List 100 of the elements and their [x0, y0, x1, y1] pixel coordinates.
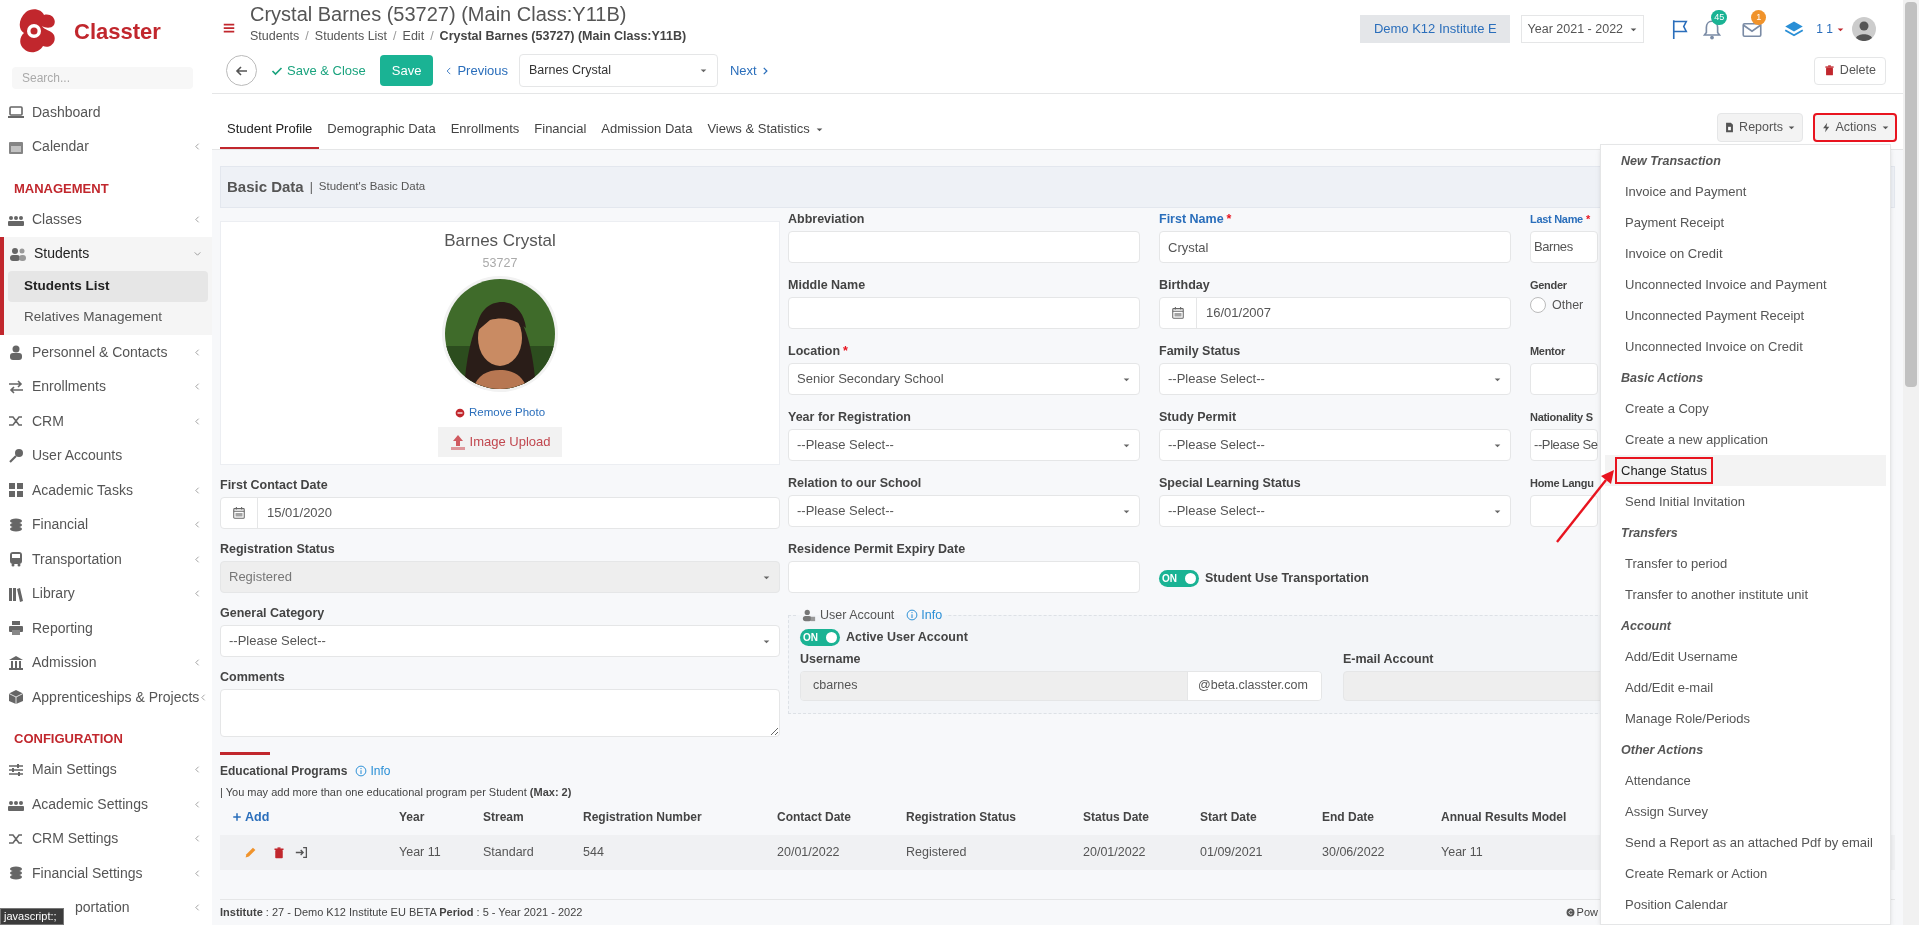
sidebar-item[interactable]: Admission	[0, 645, 212, 680]
select-field[interactable]: --Please Select--	[788, 495, 1140, 527]
count-badge: 45	[1711, 10, 1728, 25]
sidebar-item[interactable]: Financial Settings	[0, 856, 212, 891]
menu-item[interactable]: Attendance	[1621, 768, 1695, 793]
sidebar-item[interactable]: Dashboard	[0, 95, 212, 130]
menu-item[interactable]: Create Remark or Action	[1621, 861, 1772, 886]
student-select[interactable]: Barnes Crystal	[519, 54, 718, 87]
section-title: Educational Programs	[220, 763, 348, 780]
powered-by-text: Pow	[1565, 904, 1598, 921]
comments-field[interactable]	[220, 688, 780, 737]
user-menu[interactable]: 1 1	[1816, 17, 1876, 41]
tab[interactable]: Financial	[527, 111, 594, 149]
menu-item[interactable]: Send a Report as an attached Pdf by email	[1621, 830, 1877, 855]
menu-item[interactable]: Unconnected Payment Receipt	[1621, 303, 1809, 328]
select-field[interactable]: --Please Select--	[1159, 429, 1511, 461]
date-field[interactable]: 16/01/2007	[1159, 297, 1511, 329]
breadcrumb-link[interactable]: Students	[250, 27, 300, 45]
sidebar-item[interactable]: Calendar	[0, 129, 212, 164]
field-label: Location *	[788, 343, 849, 361]
tab[interactable]: Demographic Data	[320, 111, 443, 149]
tab[interactable]: Admission Data	[594, 111, 700, 149]
menu-item[interactable]: Transfer to period	[1621, 551, 1732, 576]
sidebar-item[interactable]: Academic Settings	[0, 787, 212, 822]
actions-button[interactable]: Actions	[1813, 113, 1897, 142]
sidebar-item[interactable]: Apprenticeships & Projects	[0, 680, 212, 715]
breadcrumb-link[interactable]: Edit	[402, 27, 425, 45]
delete-button[interactable]: Delete	[1813, 56, 1886, 85]
menu-item[interactable]: Transfer to another institute unit	[1621, 582, 1813, 607]
text-field[interactable]	[788, 231, 1140, 263]
menu-item[interactable]: Manage Role/Periods	[1621, 706, 1755, 731]
sidebar-item[interactable]: Classes	[0, 202, 212, 237]
text-field[interactable]	[788, 297, 1140, 329]
menu-item[interactable]: Position Calendar	[1621, 892, 1732, 917]
date-field[interactable]: 15/01/2020	[220, 497, 780, 529]
reports-button[interactable]: Reports	[1717, 113, 1803, 142]
tab[interactable]: Student Profile	[220, 111, 320, 149]
select-field[interactable]: --Please Select--	[1159, 363, 1511, 395]
sidebar-item[interactable]: CRM	[0, 404, 212, 439]
column-header: Annual Results Model	[1441, 809, 1567, 826]
edit-button[interactable]	[244, 846, 257, 859]
field-label: Relation to our School	[788, 475, 923, 493]
sidebar-item[interactable]: Students	[4, 236, 212, 271]
menu-item[interactable]: Payment Receipt	[1621, 210, 1728, 235]
info-link[interactable]: Info	[355, 762, 391, 780]
column-header: Registration Number	[583, 809, 702, 826]
sidebar-item[interactable]: CRM Settings	[0, 821, 212, 856]
scrollbar[interactable]	[1903, 0, 1919, 925]
text-field[interactable]	[1530, 363, 1598, 395]
image-upload-button[interactable]: Image Upload	[437, 426, 563, 457]
menu-item[interactable]: Unconnected Invoice and Payment	[1621, 272, 1831, 297]
sidebar-item[interactable]: Academic Tasks	[0, 473, 212, 508]
column-header: Year	[399, 809, 425, 826]
text-field[interactable]	[1530, 495, 1598, 527]
sidebar-item[interactable]: Transportation	[0, 542, 212, 577]
sidebar-item[interactable]: Library	[0, 576, 212, 611]
field-label: Nationality S	[1530, 410, 1594, 426]
select-field[interactable]: --Please Select--	[220, 625, 780, 657]
institute-button[interactable]: Demo K12 Institute E	[1360, 15, 1511, 43]
sidebar-item[interactable]: Reporting	[0, 611, 212, 646]
username-field[interactable]: cbarnes @beta.classter.com	[800, 670, 1322, 701]
sidebar-item[interactable]: Enrollments	[0, 369, 212, 404]
menu-item[interactable]: Assign Survey	[1621, 799, 1713, 824]
menu-item[interactable]: Invoice and Payment	[1621, 179, 1751, 204]
menu-heading: Transfers	[1621, 525, 1678, 543]
menu-item[interactable]: Add/Edit Username	[1621, 644, 1742, 669]
breadcrumb-link[interactable]: Students List	[314, 27, 388, 45]
select-field[interactable]: --Please Select--	[1159, 495, 1511, 527]
sidebar-item[interactable]: Main Settings	[0, 752, 212, 787]
menu-item[interactable]: Create a new application	[1621, 427, 1773, 452]
radio-option[interactable]: Other	[1530, 295, 1598, 315]
menu-item[interactable]: Add/Edit e-mail	[1621, 675, 1718, 700]
previous-button[interactable]: Previous	[444, 60, 508, 81]
text-field[interactable]: Barnes	[1530, 231, 1598, 263]
sidebar-item[interactable]: User Accounts	[0, 438, 212, 473]
sidebar-item[interactable]: Financial	[0, 507, 212, 542]
select-field[interactable]: --Please Select--	[788, 429, 1140, 461]
chevron-icon	[193, 765, 202, 775]
next-button[interactable]: Next	[730, 60, 770, 81]
remove-photo-link[interactable]: Remove Photo	[454, 404, 546, 422]
year-select[interactable]: Year 2021 - 2022	[1521, 15, 1645, 43]
select-field[interactable]: Senior Secondary School	[788, 363, 1140, 395]
menu-item[interactable]: Invoice on Credit	[1621, 241, 1727, 266]
delete-row-button[interactable]	[273, 846, 285, 859]
menu-item[interactable]: Unconnected Invoice on Credit	[1621, 334, 1807, 359]
submenu-item[interactable]: Relatives Management	[8, 302, 208, 333]
open-button[interactable]	[295, 846, 308, 859]
text-field[interactable]: --Please Se	[1530, 429, 1598, 461]
text-field[interactable]	[788, 561, 1140, 593]
field-label: Comments	[220, 669, 286, 686]
column-header: Registration Status	[906, 809, 1016, 826]
tab[interactable]: Enrollments	[443, 111, 527, 149]
tab[interactable]: Views & Statistics	[700, 111, 831, 149]
text-field[interactable]: Crystal	[1159, 231, 1511, 263]
add-button[interactable]: Add	[232, 807, 270, 827]
search-field[interactable]: Search...	[12, 67, 193, 89]
submenu-item[interactable]: Students List	[8, 271, 208, 302]
menu-item[interactable]: Create a Copy	[1621, 396, 1713, 421]
menu-item[interactable]: Send Initial Invitation	[1621, 489, 1749, 514]
sidebar-item[interactable]: Personnel & Contacts	[0, 335, 212, 370]
